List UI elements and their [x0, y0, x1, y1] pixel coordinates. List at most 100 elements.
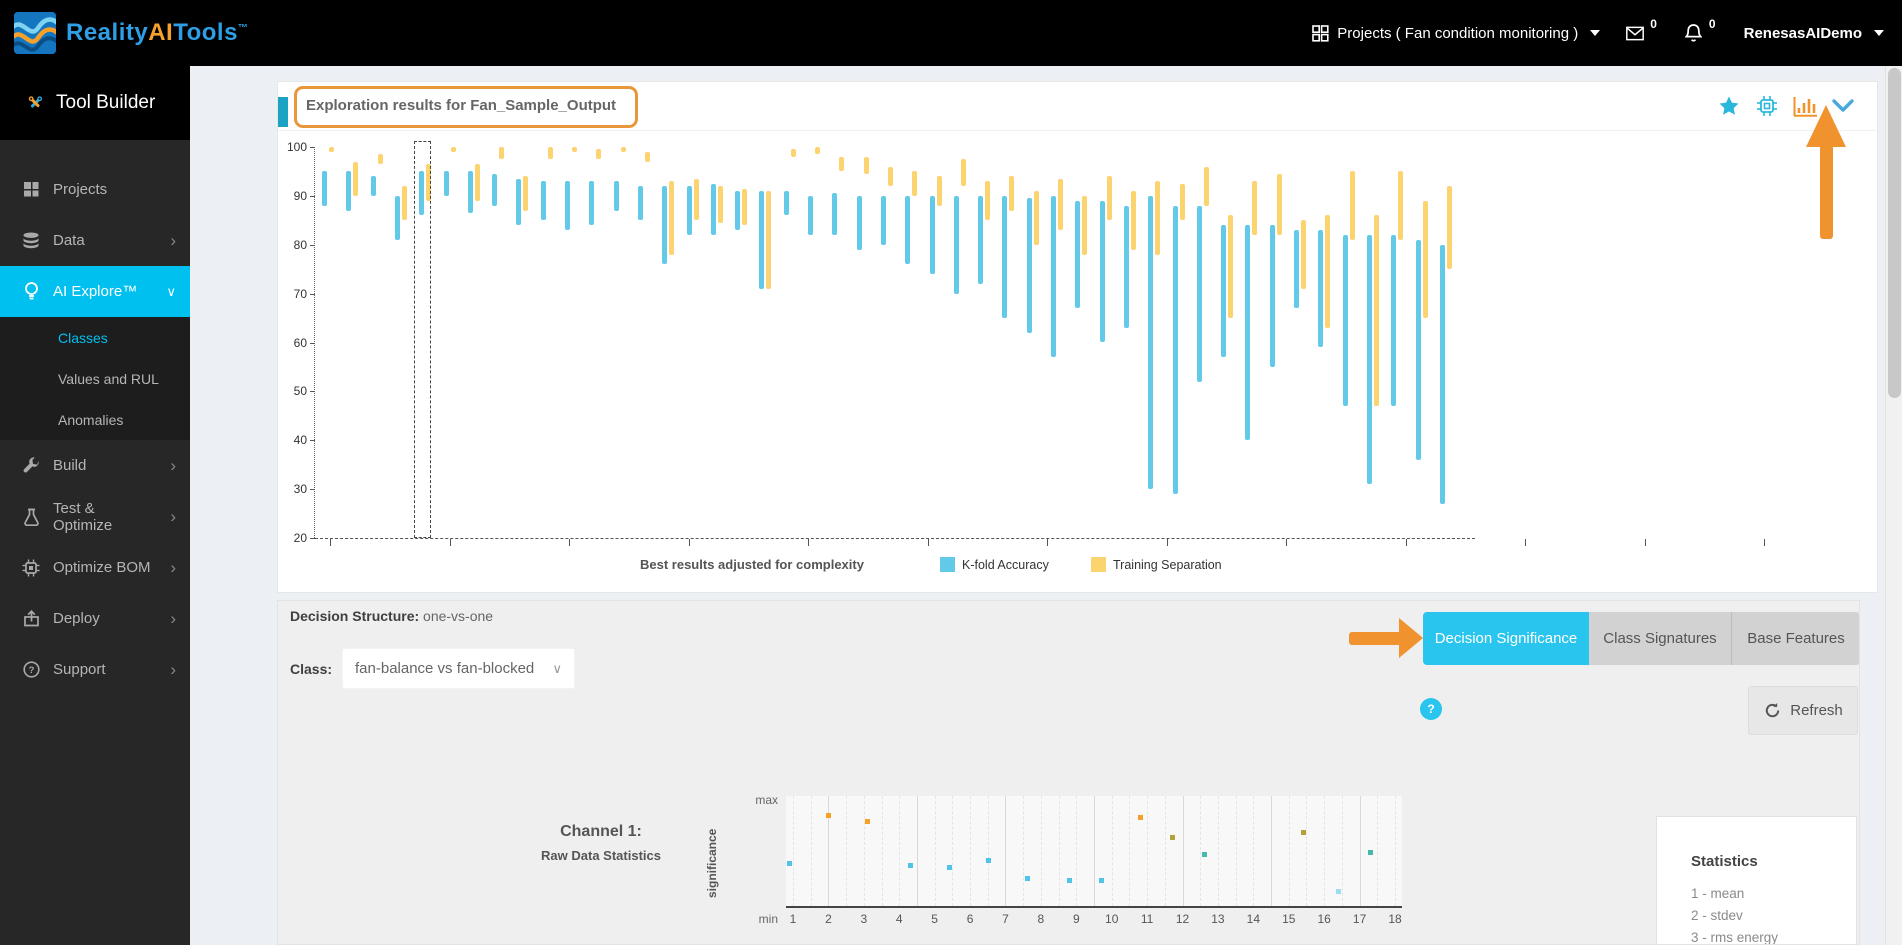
training-separation-bar[interactable]: [1228, 215, 1233, 318]
significance-point[interactable]: [1202, 852, 1207, 857]
kfold-accuracy-bar[interactable]: [444, 171, 449, 195]
tab-base-features[interactable]: Base Features: [1732, 612, 1860, 665]
training-separation-bar[interactable]: [1082, 196, 1087, 255]
training-separation-bar[interactable]: [402, 186, 407, 220]
training-separation-bar[interactable]: [475, 164, 480, 201]
help-button[interactable]: ?: [1420, 698, 1442, 720]
kfold-accuracy-bar[interactable]: [468, 171, 473, 213]
kfold-accuracy-bar[interactable]: [1318, 230, 1323, 347]
training-separation-bar[interactable]: [766, 191, 771, 289]
significance-point[interactable]: [1067, 878, 1072, 883]
page-scrollbar[interactable]: [1885, 66, 1902, 945]
kfold-accuracy-bar[interactable]: [1051, 196, 1056, 357]
training-separation-bar[interactable]: [742, 189, 747, 226]
kfold-accuracy-bar[interactable]: [1221, 225, 1226, 357]
sidebar-item-ai-explore-[interactable]: AI Explore™∨: [0, 266, 190, 317]
kfold-accuracy-bar[interactable]: [1416, 240, 1421, 460]
kfold-accuracy-bar[interactable]: [954, 196, 959, 294]
training-separation-bar[interactable]: [353, 162, 358, 196]
kfold-accuracy-bar[interactable]: [346, 171, 351, 210]
kfold-accuracy-bar[interactable]: [711, 184, 716, 235]
kfold-accuracy-bar[interactable]: [1075, 201, 1080, 309]
training-separation-bar[interactable]: [961, 159, 966, 186]
favorite-star-icon[interactable]: [1717, 94, 1741, 118]
training-separation-bar[interactable]: [1374, 215, 1379, 406]
messages-button[interactable]: 0: [1626, 24, 1659, 42]
training-separation-bar[interactable]: [1252, 181, 1257, 235]
training-separation-bar[interactable]: [1180, 184, 1185, 221]
training-separation-bar[interactable]: [912, 171, 917, 195]
training-separation-bar[interactable]: [791, 149, 796, 156]
training-separation-bar[interactable]: [596, 149, 601, 159]
kfold-accuracy-bar[interactable]: [784, 191, 789, 215]
significance-point[interactable]: [1170, 835, 1175, 840]
kfold-accuracy-bar[interactable]: [1148, 196, 1153, 489]
training-separation-bar[interactable]: [378, 154, 383, 164]
significance-point[interactable]: [1138, 815, 1143, 820]
tab-class-signatures[interactable]: Class Signatures: [1589, 612, 1732, 665]
kfold-accuracy-bar[interactable]: [541, 181, 546, 220]
projects-menu[interactable]: Projects ( Fan condition monitoring ): [1311, 24, 1600, 42]
kfold-accuracy-bar[interactable]: [1002, 196, 1007, 318]
training-separation-bar[interactable]: [1350, 171, 1355, 239]
significance-point[interactable]: [1099, 878, 1104, 883]
kfold-accuracy-bar[interactable]: [857, 196, 862, 250]
training-separation-bar[interactable]: [985, 181, 990, 220]
kfold-accuracy-bar[interactable]: [662, 186, 667, 264]
kfold-accuracy-bar[interactable]: [1367, 235, 1372, 484]
significance-point[interactable]: [1025, 876, 1030, 881]
sidebar-subitem-values-and-rul[interactable]: Values and RUL: [0, 358, 190, 399]
kfold-accuracy-bar[interactable]: [832, 193, 837, 235]
kfold-accuracy-bar[interactable]: [516, 179, 521, 225]
chip-settings-icon[interactable]: [1755, 94, 1779, 118]
training-separation-bar[interactable]: [1034, 191, 1039, 245]
kfold-accuracy-bar[interactable]: [881, 196, 886, 245]
selected-result-box[interactable]: [414, 141, 431, 538]
class-dropdown[interactable]: fan-balance vs fan-blocked ∨: [342, 648, 575, 689]
notifications-button[interactable]: 0: [1685, 24, 1718, 42]
training-separation-bar[interactable]: [669, 181, 674, 254]
training-separation-bar[interactable]: [718, 186, 723, 223]
kfold-accuracy-bar[interactable]: [1197, 206, 1202, 382]
tab-decision-significance[interactable]: Decision Significance: [1423, 612, 1589, 665]
user-menu[interactable]: RenesasAIDemo: [1744, 25, 1884, 42]
significance-plot[interactable]: [786, 796, 1402, 908]
kfold-accuracy-bar[interactable]: [492, 174, 497, 206]
training-separation-bar[interactable]: [523, 176, 528, 210]
significance-point[interactable]: [908, 863, 913, 868]
sidebar-item-deploy[interactable]: Deploy›: [0, 593, 190, 644]
kfold-accuracy-bar[interactable]: [638, 186, 643, 220]
kfold-accuracy-bar[interactable]: [395, 196, 400, 240]
kfold-accuracy-bar[interactable]: [759, 191, 764, 289]
training-separation-bar[interactable]: [645, 152, 650, 162]
training-separation-bar[interactable]: [694, 179, 699, 221]
training-separation-bar[interactable]: [1107, 176, 1112, 220]
training-separation-bar[interactable]: [1423, 201, 1428, 318]
refresh-button[interactable]: Refresh: [1748, 686, 1858, 735]
training-separation-bar[interactable]: [1155, 181, 1160, 254]
kfold-accuracy-bar[interactable]: [371, 176, 376, 196]
training-separation-bar[interactable]: [499, 147, 504, 159]
training-separation-bar[interactable]: [839, 157, 844, 172]
training-separation-bar[interactable]: [1009, 176, 1014, 210]
kfold-accuracy-bar[interactable]: [1124, 206, 1129, 328]
training-separation-bar[interactable]: [1131, 191, 1136, 250]
kfold-accuracy-bar[interactable]: [565, 181, 570, 230]
kfold-accuracy-bar[interactable]: [1027, 198, 1032, 332]
sidebar-item-optimize-bom[interactable]: Optimize BOM›: [0, 542, 190, 593]
kfold-accuracy-bar[interactable]: [1270, 225, 1275, 367]
kfold-accuracy-bar[interactable]: [1440, 245, 1445, 504]
sidebar-subitem-classes[interactable]: Classes: [0, 317, 190, 358]
kfold-accuracy-bar[interactable]: [1391, 235, 1396, 406]
kfold-accuracy-bar[interactable]: [905, 196, 910, 264]
kfold-accuracy-bar[interactable]: [735, 191, 740, 230]
sidebar-item-test-optimize[interactable]: Test & Optimize›: [0, 491, 190, 542]
training-separation-bar[interactable]: [1447, 186, 1452, 269]
significance-point[interactable]: [947, 865, 952, 870]
significance-point[interactable]: [826, 813, 831, 818]
kfold-accuracy-bar[interactable]: [1100, 201, 1105, 343]
training-separation-bar[interactable]: [815, 147, 820, 154]
significance-point[interactable]: [865, 819, 870, 824]
exploration-results-chart[interactable]: 1009080706050403020: [314, 147, 1464, 538]
training-separation-bar[interactable]: [548, 147, 553, 159]
